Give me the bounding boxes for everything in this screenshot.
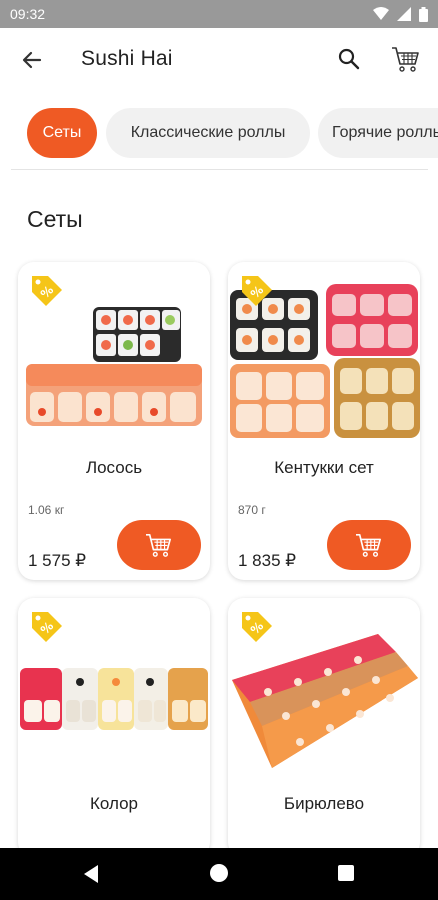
nav-recents-icon[interactable] xyxy=(338,865,354,881)
promo-tag-icon: % xyxy=(32,276,62,306)
status-bar: 09:32 xyxy=(0,0,438,28)
back-button[interactable] xyxy=(18,46,46,74)
arrow-left-icon xyxy=(22,51,42,69)
product-card[interactable]: % Колор xyxy=(18,598,210,858)
product-name: Колор xyxy=(89,794,138,813)
cart-icon xyxy=(392,47,419,72)
promo-tag-icon: % xyxy=(242,612,272,642)
product-weight: 870 г xyxy=(238,503,266,517)
wifi-icon xyxy=(373,7,389,20)
promo-tag-icon: % xyxy=(242,276,272,306)
product-name: Лосось xyxy=(85,458,143,477)
category-chip-sets[interactable]: Сеты xyxy=(27,108,97,158)
product-card[interactable]: % Лосось 1.06 кг 1 575 ₽ xyxy=(18,262,210,580)
add-to-cart-button[interactable] xyxy=(117,520,201,570)
app-title: Sushi Hai xyxy=(81,47,173,70)
product-price: 1 575 ₽ xyxy=(28,551,87,570)
product-card[interactable]: % Бирюлево xyxy=(228,598,420,858)
category-tabs: Сеты Классические роллы Горячие роллы xyxy=(0,108,438,160)
cart-button[interactable] xyxy=(390,43,422,75)
product-card[interactable]: % Кентукки сет 870 г 1 835 ₽ xyxy=(228,262,420,580)
product-weight: 1.06 кг xyxy=(28,503,65,517)
divider xyxy=(11,169,428,170)
cart-icon xyxy=(356,533,381,557)
product-name: Бирюлево xyxy=(283,794,365,813)
section-title: Сеты xyxy=(27,206,83,232)
search-button[interactable] xyxy=(335,45,363,73)
app-bar: Sushi Hai xyxy=(0,28,438,92)
nav-home-icon[interactable] xyxy=(210,864,228,882)
product-name: Кентукки сет xyxy=(274,458,374,477)
status-icons xyxy=(373,6,428,22)
search-icon xyxy=(338,48,360,70)
battery-icon xyxy=(419,6,428,22)
promo-tag-icon: % xyxy=(32,612,62,642)
system-nav-bar xyxy=(0,848,438,900)
category-chip-classic-rolls[interactable]: Классические роллы xyxy=(106,108,310,158)
signal-icon xyxy=(397,7,411,21)
cart-icon xyxy=(146,533,171,557)
add-to-cart-button[interactable] xyxy=(327,520,411,570)
nav-back-icon[interactable] xyxy=(82,864,100,884)
category-chip-hot-rolls[interactable]: Горячие роллы xyxy=(318,108,438,158)
product-price: 1 835 ₽ xyxy=(238,551,297,570)
status-time: 09:32 xyxy=(10,6,46,22)
